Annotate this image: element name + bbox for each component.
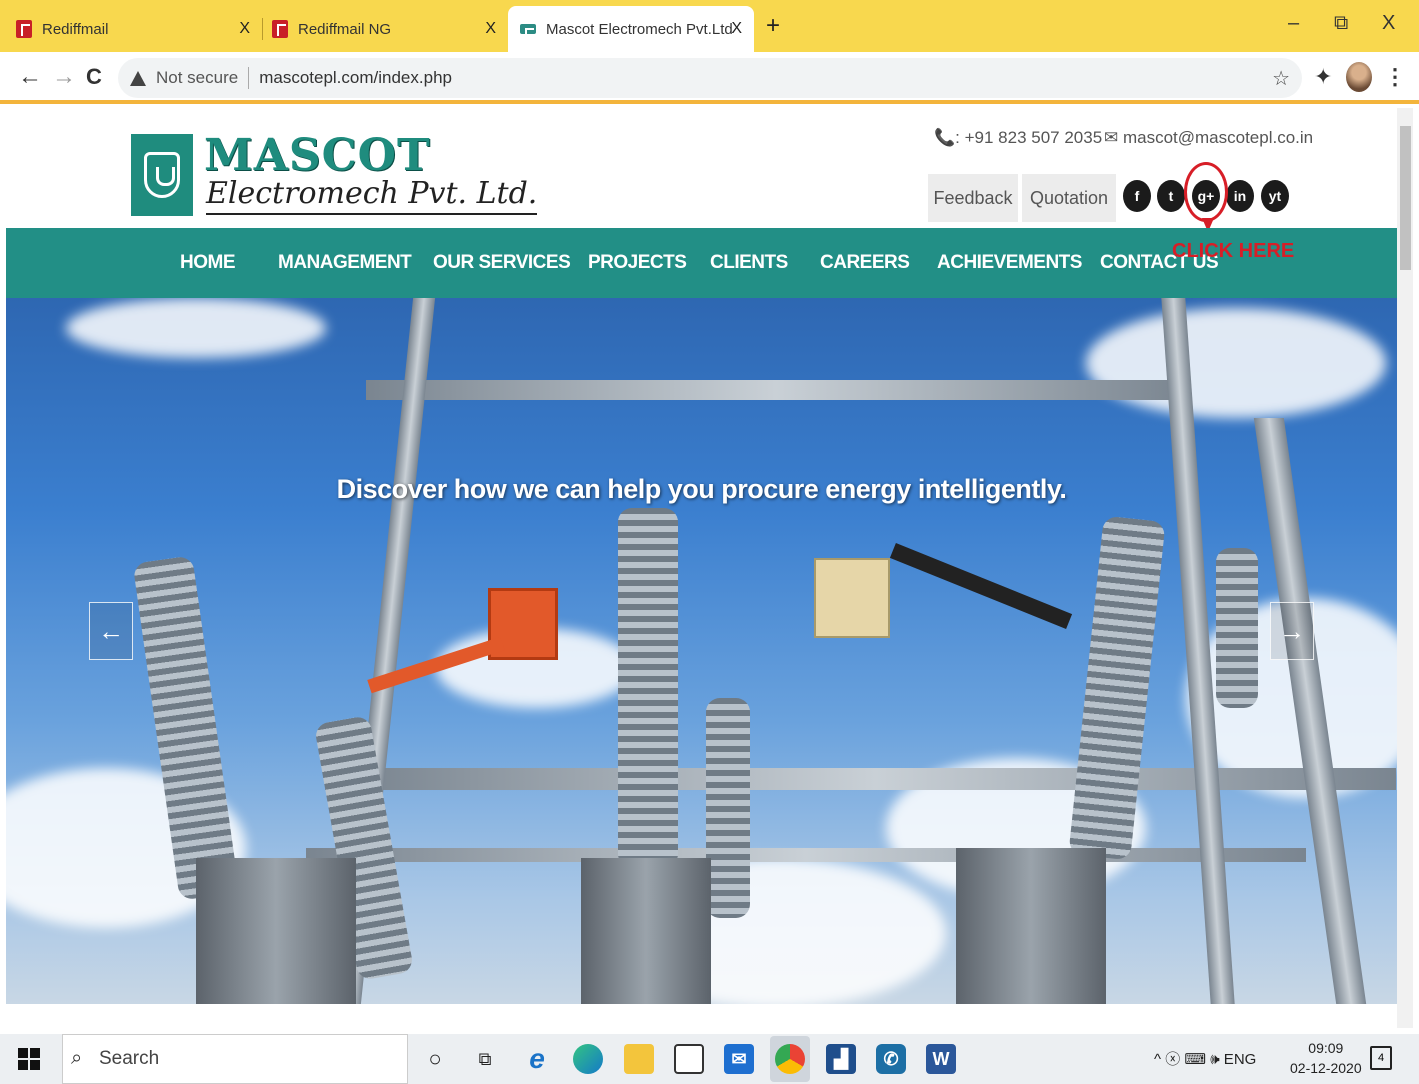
quotation-button[interactable]: Quotation xyxy=(1022,174,1116,222)
bucket-lift xyxy=(814,558,890,638)
edge-icon[interactable] xyxy=(573,1044,603,1074)
cloud xyxy=(1086,308,1386,418)
insulator xyxy=(618,508,678,868)
web-page: MASCOT Electromech Pvt. Ltd. 📞: +91 823 … xyxy=(6,108,1397,1004)
clock-date: 02-12-2020 xyxy=(1290,1060,1362,1076)
mascot-favicon-icon xyxy=(520,24,536,40)
steel-beam xyxy=(356,768,1396,790)
click-here-annotation: CLICK HERE xyxy=(1172,240,1295,262)
steel-beam xyxy=(366,380,1186,400)
file-explorer-icon[interactable] xyxy=(624,1044,654,1074)
lift-boom xyxy=(889,542,1073,630)
forward-button[interactable]: → xyxy=(52,64,76,90)
clock-time: 09:09 xyxy=(1308,1040,1344,1056)
cloud xyxy=(66,298,326,358)
tab-close-icon[interactable]: X xyxy=(485,20,496,38)
facebook-icon[interactable]: f xyxy=(1123,180,1151,212)
equipment-base xyxy=(196,858,356,1004)
browser-tab-strip: Rediffmail X Rediffmail NG X Mascot Elec… xyxy=(0,0,1419,52)
tab-rediffmail-ng[interactable]: Rediffmail NG X xyxy=(272,6,508,52)
equipment-base xyxy=(956,848,1106,1004)
insulator xyxy=(1068,515,1166,861)
edge-legacy-icon[interactable]: e xyxy=(522,1043,552,1074)
task-view-icon[interactable]: ⧉ xyxy=(470,1044,500,1074)
cortana-icon[interactable]: ○ xyxy=(420,1044,450,1074)
shield-icon xyxy=(144,152,180,198)
tab-title: Rediffmail NG xyxy=(298,20,392,38)
profile-avatar[interactable] xyxy=(1346,62,1372,92)
chrome-active-indicator[interactable] xyxy=(770,1036,810,1082)
back-button[interactable]: ← xyxy=(18,64,42,90)
tab-title: Mascot Electromech Pvt.Ltd xyxy=(546,20,733,38)
equipment-base xyxy=(581,858,711,1004)
security-label: Not secure xyxy=(156,68,239,87)
contact-email[interactable]: ✉ mascot@mascotepl.co.in xyxy=(1104,128,1313,148)
nav-home[interactable]: HOME xyxy=(180,252,236,274)
insulator xyxy=(1216,548,1258,708)
taskbar-search[interactable]: ⌕ Search xyxy=(62,1034,408,1084)
slider-next-button[interactable]: → xyxy=(1270,602,1314,660)
restore-button[interactable]: ⧉ xyxy=(1334,12,1348,35)
rediff-favicon-icon xyxy=(16,20,32,38)
notifications-icon[interactable]: 4 xyxy=(1370,1046,1392,1070)
tab-close-icon[interactable]: X xyxy=(731,20,742,38)
nav-clients[interactable]: CLIENTS xyxy=(710,252,788,274)
brand-subtitle: Electromech Pvt. Ltd. xyxy=(206,176,538,215)
annotation-circle xyxy=(1184,162,1228,222)
whatsapp-icon[interactable]: ✆ xyxy=(876,1044,906,1074)
tab-divider xyxy=(262,18,263,40)
slider-prev-button[interactable]: ← xyxy=(89,602,133,660)
tab-mascot[interactable]: Mascot Electromech Pvt.Ltd X xyxy=(508,6,754,52)
tab-close-icon[interactable]: X xyxy=(239,20,250,38)
new-tab-button[interactable]: + xyxy=(766,14,780,38)
steel-beam xyxy=(306,848,1306,862)
main-navigation: HOME MANAGEMENT OUR SERVICES PROJECTS CL… xyxy=(6,228,1397,298)
system-tray[interactable]: ^ ⓧ ⌨ 🕪 ENG xyxy=(1154,1048,1256,1069)
insulator xyxy=(706,698,750,918)
search-placeholder: Search xyxy=(99,1048,160,1069)
minimize-button[interactable]: – xyxy=(1288,12,1299,35)
brand-name: MASCOT xyxy=(204,130,431,181)
menu-icon[interactable]: ⋮ xyxy=(1384,64,1406,90)
mascot-logo[interactable] xyxy=(131,134,193,216)
nav-management[interactable]: MANAGEMENT xyxy=(278,252,412,274)
linkedin-icon[interactable]: in xyxy=(1226,180,1254,212)
taskbar-clock[interactable]: 09:09 02-12-2020 xyxy=(1290,1038,1362,1078)
scrollbar-thumb[interactable] xyxy=(1400,126,1411,270)
tab-title: Rediffmail xyxy=(42,20,109,38)
close-window-button[interactable]: X xyxy=(1382,12,1395,35)
address-bar[interactable]: Not secure mascotepl.com/index.php ☆ xyxy=(118,58,1302,98)
divider xyxy=(248,67,250,89)
word-icon[interactable]: W xyxy=(926,1044,956,1074)
hero-caption: Discover how we can help you procure ene… xyxy=(336,474,1067,504)
feedback-button[interactable]: Feedback xyxy=(928,174,1018,222)
warning-icon xyxy=(130,70,146,86)
browser-toolbar: ← → C Not secure mascotepl.com/index.php… xyxy=(0,52,1419,104)
chrome-icon xyxy=(775,1044,805,1074)
url-text[interactable]: mascotepl.com/index.php xyxy=(259,68,452,88)
reload-button[interactable]: C xyxy=(86,64,102,90)
store-icon[interactable] xyxy=(674,1044,704,1074)
analytics-icon[interactable]: ▟ xyxy=(826,1044,856,1074)
extensions-icon[interactable]: ✦ xyxy=(1314,64,1332,90)
nav-achievements[interactable]: ACHIEVEMENTS xyxy=(937,252,1082,274)
bookmark-star-icon[interactable]: ☆ xyxy=(1272,66,1290,91)
rediff-favicon-icon xyxy=(272,20,288,38)
nav-projects[interactable]: PROJECTS xyxy=(588,252,687,274)
youtube-icon[interactable]: yt xyxy=(1261,180,1289,212)
contact-phone: 📞: +91 823 507 2035 xyxy=(934,128,1103,147)
hero-slider: Discover how we can help you procure ene… xyxy=(6,298,1397,1004)
search-icon: ⌕ xyxy=(71,1047,83,1069)
nav-our-services[interactable]: OUR SERVICES xyxy=(433,252,571,274)
windows-taskbar: ⌕ Search ○ ⧉ e ✉ ▟ ✆ W ^ ⓧ ⌨ 🕪 ENG 09:09… xyxy=(0,1034,1419,1084)
nav-careers[interactable]: CAREERS xyxy=(820,252,910,274)
twitter-icon[interactable]: t xyxy=(1157,180,1185,212)
tab-rediffmail[interactable]: Rediffmail X xyxy=(16,6,262,52)
windows-start-icon[interactable] xyxy=(18,1048,40,1070)
mail-icon[interactable]: ✉ xyxy=(724,1044,754,1074)
